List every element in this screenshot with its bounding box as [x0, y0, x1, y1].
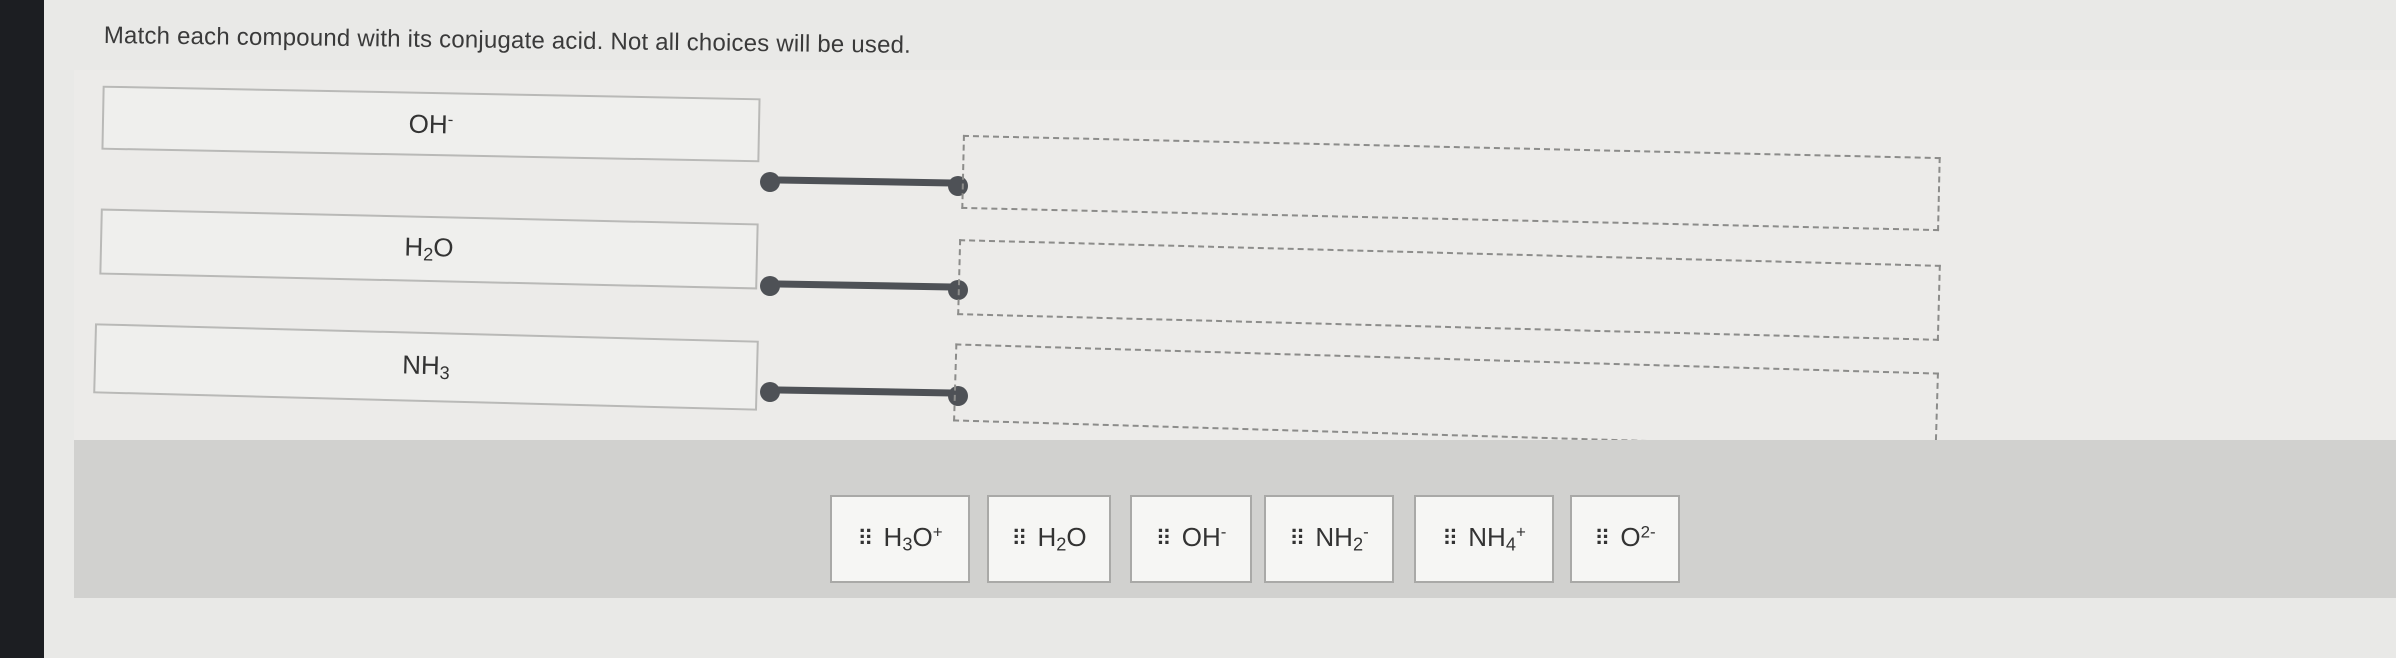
connector-start-dot-2: [760, 276, 780, 296]
choice-label-h3o-plus: H3O+: [883, 522, 943, 555]
drag-handle-icon[interactable]: ⠿: [857, 528, 873, 550]
choice-nh4-plus[interactable]: ⠿ NH4+: [1414, 495, 1554, 583]
choice-label-h2o: H2O: [1037, 522, 1087, 555]
choice-nh2-minus[interactable]: ⠿ NH2-: [1264, 495, 1394, 583]
choice-h3o-plus[interactable]: ⠿ H3O+: [830, 495, 970, 583]
prompt-box-oh: OH-: [101, 85, 761, 163]
prompt-label-oh: OH-: [408, 108, 454, 139]
prompt-label-h2o: H2O: [404, 231, 454, 265]
question-prompt: Match each compound with its conjugate a…: [103, 22, 912, 59]
choice-o2-minus[interactable]: ⠿ O2-: [1570, 495, 1680, 583]
question-panel: Match each compound with its conjugate a…: [44, 0, 2396, 658]
drag-handle-icon[interactable]: ⠿: [1289, 528, 1305, 550]
drag-handle-icon[interactable]: ⠿: [1442, 528, 1458, 550]
choice-label-nh2-minus: NH2-: [1315, 522, 1369, 555]
choice-label-nh4-plus: NH4+: [1468, 522, 1526, 555]
connector-start-dot-1: [760, 172, 780, 192]
choice-oh-minus[interactable]: ⠿ OH-: [1130, 495, 1252, 583]
choice-label-oh-minus: OH-: [1181, 522, 1227, 553]
choice-label-o2-minus: O2-: [1620, 522, 1656, 553]
connector-start-dot-3: [760, 382, 780, 402]
drag-handle-icon[interactable]: ⠿: [1011, 528, 1027, 550]
prompt-label-nh3: NH3: [401, 349, 450, 384]
drag-handle-icon[interactable]: ⠿: [1156, 528, 1172, 550]
drag-handle-icon[interactable]: ⠿: [1594, 528, 1610, 550]
choice-h2o[interactable]: ⠿ H2O: [987, 495, 1111, 583]
